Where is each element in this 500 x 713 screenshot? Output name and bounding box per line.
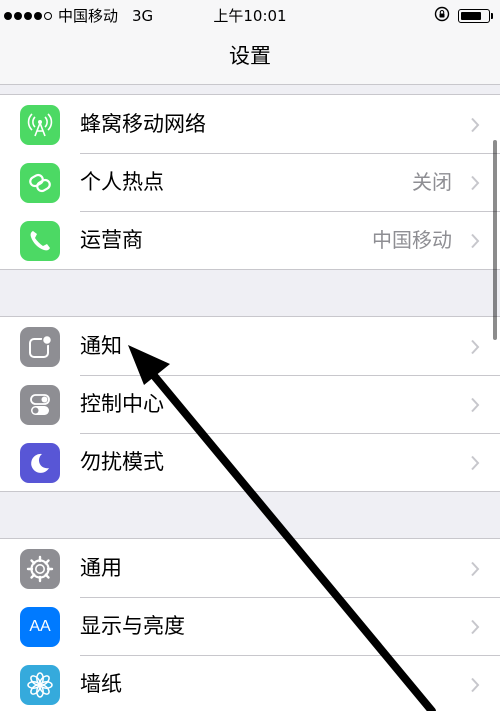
settings-row-cellular[interactable]: 蜂窝移动网络 <box>0 95 500 153</box>
chevron-right-icon <box>471 397 480 413</box>
battery-icon <box>458 9 493 23</box>
chevron-right-icon <box>471 455 480 471</box>
settings-row-label: 通知 <box>80 334 122 358</box>
chevron-right-icon <box>471 175 480 191</box>
settings-row-label: 运营商 <box>80 228 143 252</box>
status-bar: 中国移动 3G 上午10:01 <box>0 0 500 30</box>
chevron-right-icon <box>471 233 480 249</box>
chevron-right-icon <box>471 619 480 635</box>
display-brightness-icon: AA <box>20 607 60 647</box>
settings-row-value: 中国移动 <box>372 228 452 252</box>
chevron-right-icon <box>471 339 480 355</box>
chevron-right-icon <box>471 677 480 693</box>
settings-row-label: 通用 <box>80 556 122 580</box>
display-brightness-icon-glyph: AA <box>29 618 51 635</box>
page-title: 设置 <box>229 44 271 68</box>
chevron-right-icon <box>471 561 480 577</box>
phone-icon <box>20 221 60 261</box>
settings-row-label: 控制中心 <box>80 392 164 416</box>
wallpaper-flower-icon <box>20 665 60 705</box>
gear-icon <box>20 549 60 589</box>
orientation-lock-icon <box>434 6 450 26</box>
settings-row-label: 蜂窝移动网络 <box>80 112 206 136</box>
cellular-antenna-icon <box>20 105 60 145</box>
settings-row-do-not-disturb[interactable]: 勿扰模式 <box>0 433 500 491</box>
moon-icon <box>20 443 60 483</box>
settings-row-label: 勿扰模式 <box>80 450 164 474</box>
settings-group-general: 通用 AA 显示与亮度 墙纸 <box>0 538 500 713</box>
settings-row-label: 个人热点 <box>80 170 164 194</box>
settings-row-control-center[interactable]: 控制中心 <box>0 375 500 433</box>
notifications-icon <box>20 327 60 367</box>
settings-row-wallpaper[interactable]: 墙纸 <box>0 655 500 713</box>
settings-row-notifications[interactable]: 通知 <box>0 317 500 375</box>
status-time: 上午10:01 <box>213 7 287 25</box>
settings-row-carrier[interactable]: 运营商 中国移动 <box>0 211 500 269</box>
settings-row-general[interactable]: 通用 <box>0 539 500 597</box>
control-center-icon <box>20 385 60 425</box>
hotspot-chain-icon <box>20 163 60 203</box>
battery-level <box>461 12 481 20</box>
scroll-indicator <box>493 140 497 340</box>
settings-row-value: 关闭 <box>412 170 452 194</box>
status-right <box>434 6 493 26</box>
settings-row-display-brightness[interactable]: AA 显示与亮度 <box>0 597 500 655</box>
settings-group-connectivity: 蜂窝移动网络 个人热点 关闭 运营商 中国移动 <box>0 94 500 270</box>
settings-row-label: 墙纸 <box>80 672 122 696</box>
chevron-right-icon <box>471 117 480 133</box>
nav-bar: 设置 <box>0 30 500 85</box>
settings-row-hotspot[interactable]: 个人热点 关闭 <box>0 153 500 211</box>
settings-row-label: 显示与亮度 <box>80 614 185 638</box>
settings-group-notifications: 通知 控制中心 勿扰模式 <box>0 316 500 492</box>
